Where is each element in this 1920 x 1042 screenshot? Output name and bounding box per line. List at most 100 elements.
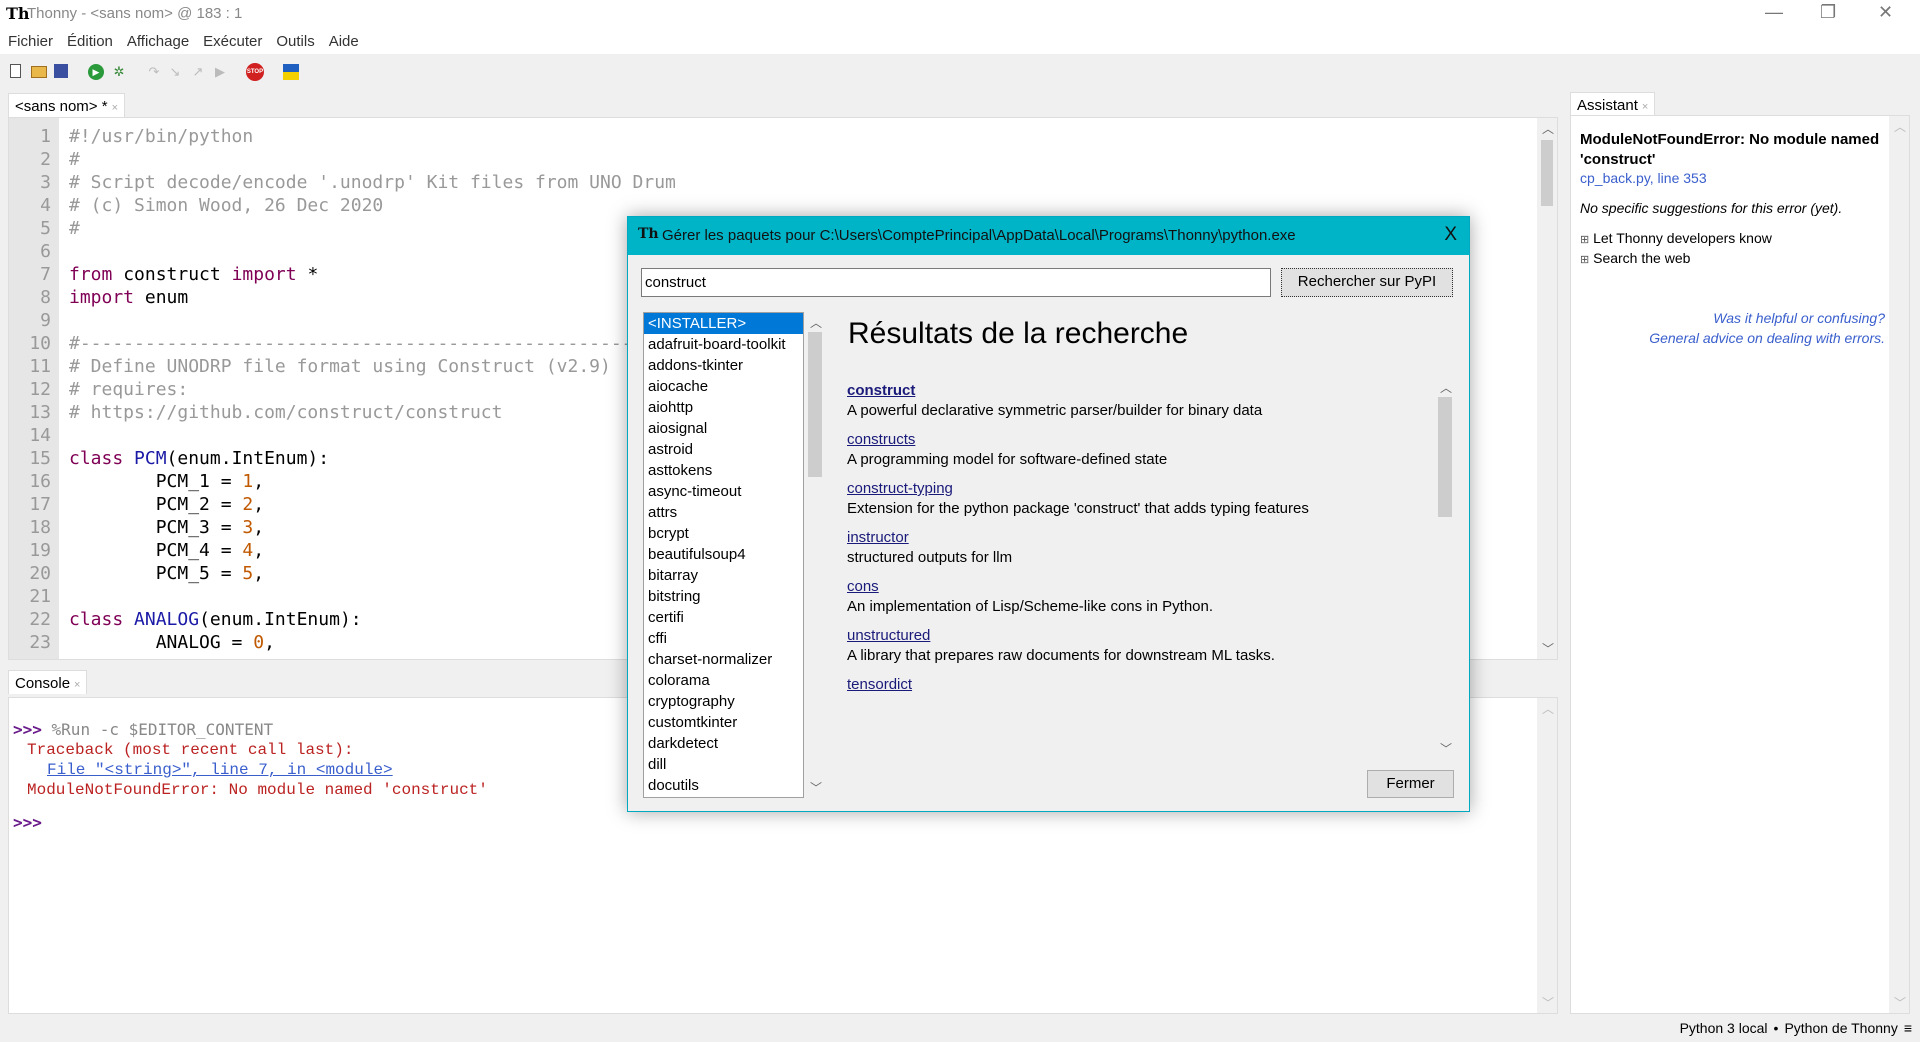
tab-console[interactable]: Console ×: [8, 670, 88, 694]
tab-editor-sans-nom[interactable]: <sans nom> * ×: [8, 93, 125, 117]
package-list-item[interactable]: aiohttp: [644, 397, 803, 418]
resume-icon[interactable]: ▶: [212, 64, 228, 80]
console-scrollbar[interactable]: ︿ ﹀: [1537, 698, 1557, 1013]
package-list-item[interactable]: bitarray: [644, 565, 803, 586]
scrollbar-thumb[interactable]: [1541, 140, 1553, 206]
expander-developers[interactable]: ⊞ Let Thonny developers know: [1580, 230, 1772, 246]
advice-link[interactable]: General advice on dealing with errors.: [1649, 330, 1885, 346]
package-list-item[interactable]: adafruit-board-toolkit: [644, 334, 803, 355]
line-number: 10: [29, 333, 51, 354]
package-list-item[interactable]: aiocache: [644, 376, 803, 397]
result-package-link[interactable]: construct-typing: [847, 480, 953, 497]
new-file-icon[interactable]: [10, 64, 21, 78]
package-list-item[interactable]: bcrypt: [644, 523, 803, 544]
feedback-link[interactable]: Was it helpful or confusing?: [1713, 310, 1885, 326]
package-list-item[interactable]: async-timeout: [644, 481, 803, 502]
scroll-up-icon[interactable]: ︿: [810, 314, 822, 331]
package-list-item[interactable]: colorama: [644, 670, 803, 691]
scroll-down-icon[interactable]: ﹀: [1542, 640, 1554, 657]
open-file-icon[interactable]: [31, 66, 47, 78]
code-line: PCM_2 = 2,: [69, 494, 264, 515]
step-into-icon[interactable]: ↘: [167, 64, 183, 80]
expand-plus-icon[interactable]: ⊞: [1580, 254, 1589, 266]
package-list-item[interactable]: attrs: [644, 502, 803, 523]
scroll-down-icon[interactable]: ﹀: [810, 779, 822, 796]
package-list-item[interactable]: docutils: [644, 775, 803, 796]
installed-packages-list[interactable]: <INSTALLER> adafruit-board-toolkit addons-…: [643, 312, 804, 798]
package-list-item[interactable]: darkdetect: [644, 733, 803, 754]
menu-executer[interactable]: Exécuter: [203, 33, 262, 50]
package-list-item[interactable]: cffi: [644, 628, 803, 649]
close-window-button[interactable]: ✕: [1878, 2, 1893, 23]
assistant-error-title: ModuleNotFoundError: No module named 'co…: [1580, 131, 1880, 168]
result-package-link[interactable]: cons: [847, 578, 879, 595]
line-number: 16: [29, 471, 51, 492]
scroll-down-icon[interactable]: ﹀: [1542, 994, 1554, 1011]
editor-scrollbar[interactable]: ︿ ﹀: [1537, 118, 1557, 659]
code-token: import: [231, 264, 297, 285]
result-package-link[interactable]: instructor: [847, 529, 909, 546]
package-list-item[interactable]: dill: [644, 754, 803, 775]
package-list-scrollbar[interactable]: ︿ ﹀: [806, 312, 824, 798]
stop-icon[interactable]: STOP: [246, 63, 264, 81]
package-search-input[interactable]: [641, 268, 1271, 297]
step-out-icon[interactable]: ↗: [190, 64, 206, 80]
step-over-icon[interactable]: ↷: [146, 64, 162, 80]
scroll-up-icon[interactable]: ︿: [1894, 118, 1906, 135]
package-list-item[interactable]: addons-tkinter: [644, 355, 803, 376]
expand-plus-icon[interactable]: ⊞: [1580, 234, 1589, 246]
python-status[interactable]: Python de Thonny: [1784, 1020, 1897, 1036]
restore-button[interactable]: ❐: [1820, 2, 1836, 23]
package-list-item[interactable]: cryptography: [644, 691, 803, 712]
scroll-down-icon[interactable]: ﹀: [1894, 994, 1906, 1011]
package-list-item[interactable]: aiosignal: [644, 418, 803, 439]
status-menu-icon[interactable]: ≡: [1904, 1020, 1912, 1036]
close-tab-icon[interactable]: ×: [74, 679, 80, 691]
dialog-close-button[interactable]: X: [1444, 224, 1457, 246]
expander-search-web[interactable]: ⊞ Search the web: [1580, 250, 1690, 266]
package-list-item[interactable]: asttokens: [644, 460, 803, 481]
scroll-down-icon[interactable]: ﹀: [1440, 740, 1452, 757]
ukraine-flag-icon[interactable]: [283, 64, 299, 80]
close-dialog-button[interactable]: Fermer: [1367, 770, 1454, 798]
error-location-link[interactable]: cp_back.py, line 353: [1580, 170, 1707, 186]
scroll-up-icon[interactable]: ︿: [1440, 379, 1452, 396]
package-list-item[interactable]: customtkinter: [644, 712, 803, 733]
close-tab-icon[interactable]: ×: [112, 102, 118, 114]
minimize-button[interactable]: —: [1765, 2, 1783, 23]
menu-aide[interactable]: Aide: [329, 33, 359, 50]
save-icon[interactable]: [54, 64, 68, 78]
interpreter-status[interactable]: Python 3 local: [1680, 1020, 1768, 1036]
scroll-up-icon[interactable]: ︿: [1542, 120, 1554, 137]
prompt: >>>: [13, 813, 42, 832]
run-icon[interactable]: ▶: [88, 64, 104, 80]
package-list-item[interactable]: astroid: [644, 439, 803, 460]
tab-assistant[interactable]: Assistant ×: [1570, 92, 1656, 116]
result-package-link[interactable]: constructs: [847, 431, 915, 448]
result-package-link[interactable]: construct: [847, 382, 915, 399]
scroll-up-icon[interactable]: ︿: [1542, 700, 1554, 717]
package-list-item[interactable]: charset-normalizer: [644, 649, 803, 670]
package-list-item[interactable]: bitstring: [644, 586, 803, 607]
menu-edition[interactable]: Édition: [67, 33, 113, 50]
debug-icon[interactable]: ✲: [111, 64, 127, 80]
scrollbar-thumb[interactable]: [808, 332, 822, 477]
menu-outils[interactable]: Outils: [276, 33, 314, 50]
menu-affichage[interactable]: Affichage: [127, 33, 189, 50]
package-list-item[interactable]: certifi: [644, 607, 803, 628]
result-package-link[interactable]: tensordict: [847, 676, 912, 693]
assistant-scrollbar[interactable]: ︿ ﹀: [1889, 116, 1909, 1013]
assistant-panel: ModuleNotFoundError: No module named 'co…: [1570, 115, 1910, 1014]
traceback-file-link[interactable]: File "<string>", line 7, in <module>: [47, 761, 393, 779]
menu-bar: Fichier Édition Affichage Exécuter Outil…: [0, 28, 1920, 54]
code-token: from: [69, 264, 113, 285]
package-list-item[interactable]: beautifulsoup4: [644, 544, 803, 565]
menu-fichier[interactable]: Fichier: [8, 33, 53, 50]
search-pypi-button[interactable]: Rechercher sur PyPI: [1281, 268, 1453, 297]
result-package-link[interactable]: unstructured: [847, 627, 930, 644]
package-list-item[interactable]: <INSTALLER>: [644, 313, 803, 334]
scrollbar-thumb[interactable]: [1438, 397, 1452, 517]
line-number: 3: [40, 172, 51, 193]
results-scrollbar[interactable]: ︿ ﹀: [1436, 377, 1454, 759]
close-tab-icon[interactable]: ×: [1642, 101, 1648, 113]
